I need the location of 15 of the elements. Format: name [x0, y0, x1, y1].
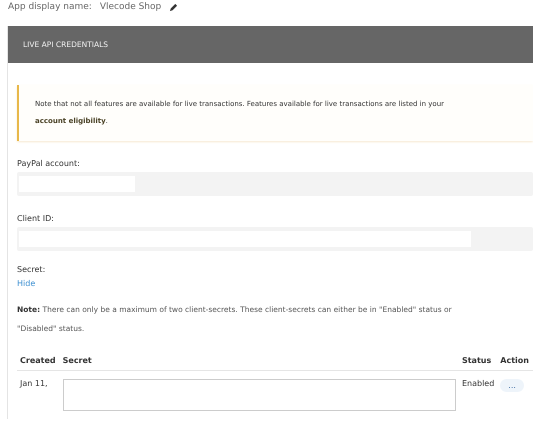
column-header: Status	[458, 352, 498, 370]
status-cell: Enabled	[458, 370, 498, 419]
secret-field[interactable]	[62, 379, 456, 411]
action-menu-button[interactable]: ...	[500, 379, 524, 392]
created-cell: Jan 11,	[17, 370, 60, 419]
secret-label: Secret:	[17, 265, 46, 274]
hide-link[interactable]: Hide	[17, 279, 36, 288]
pencil-icon[interactable]	[169, 2, 178, 12]
column-header: Action	[497, 352, 533, 370]
app-name-value: Vlecode Shop	[100, 2, 162, 12]
field-label: PayPal account:	[17, 159, 81, 168]
field-label: Client ID:	[17, 214, 55, 223]
column-header: Created	[17, 352, 60, 370]
app-name-label: App display name:	[8, 2, 92, 12]
column-header: Secret	[60, 352, 459, 370]
